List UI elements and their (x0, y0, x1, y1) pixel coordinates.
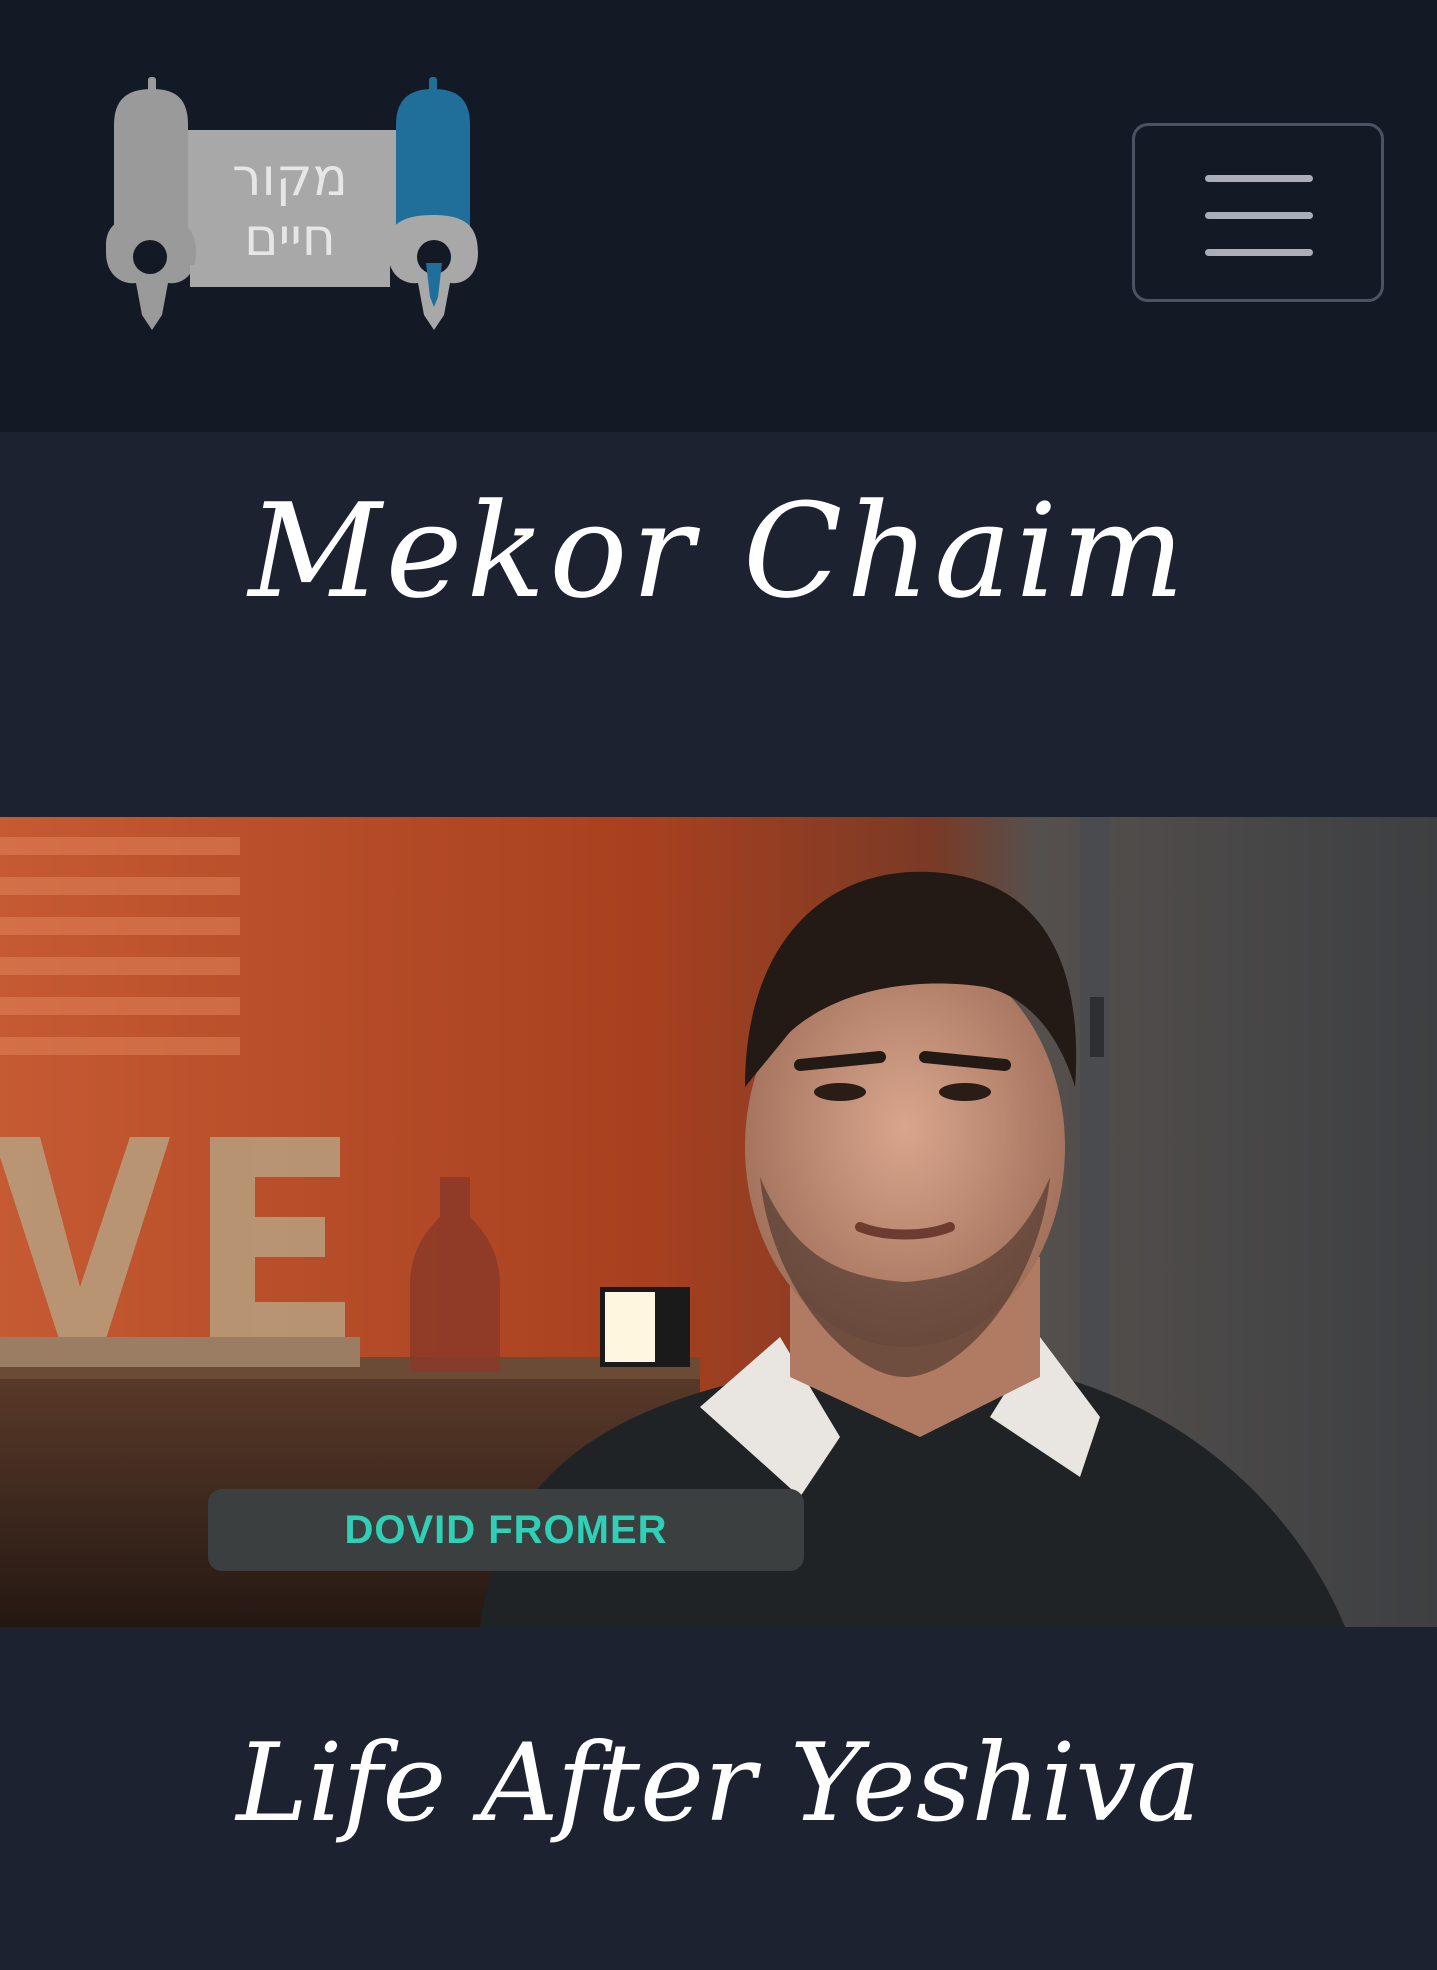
featured-post-title[interactable]: Life After Yeshiva (0, 1724, 1437, 1844)
video-name-tag: DOVID FROMER (208, 1489, 804, 1571)
site-header: מקור חיים (0, 0, 1437, 432)
site-logo[interactable]: מקור חיים (100, 75, 490, 335)
site-title: Mekor Chaim (248, 475, 1189, 627)
menu-toggle-button[interactable] (1132, 123, 1384, 302)
torah-scroll-logo-icon: מקור חיים (106, 77, 478, 330)
logo-text-line1: מקור (232, 148, 348, 208)
logo-text-line2: חיים (244, 208, 336, 268)
